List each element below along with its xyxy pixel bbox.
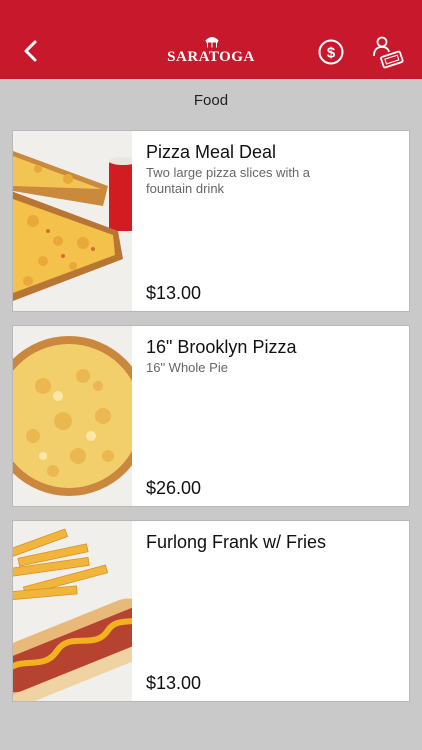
svg-text:$: $ [327,45,336,62]
pizza-slices-image [13,131,132,311]
whole-pizza-image [13,326,132,506]
menu-item-price: $13.00 [146,673,202,693]
gazebo-icon [205,37,219,48]
section-title: Food [193,92,229,109]
menu-item-card[interactable]: Furlong Frank w/ Fries $13.00 [12,520,410,702]
app-header: SARATOGA $ [0,0,422,79]
menu-item-price: $26.00 [146,478,202,498]
menu-item-description: Two large pizza slices with a fountain d… [146,165,311,196]
dollar-circle-icon: $ [318,39,344,65]
menu-item-price: $13.00 [146,283,202,303]
menu-item-name: Pizza Meal Deal [146,142,277,162]
logo-text: SARATOGA [167,49,255,65]
back-button[interactable] [14,34,48,68]
tickets-button[interactable] [368,34,404,70]
chevron-left-icon [24,40,37,62]
saratoga-logo: SARATOGA [164,34,258,68]
hot-dog-fries-image [13,521,132,701]
menu-item-name: Furlong Frank w/ Fries [146,532,327,552]
menu-item-name: 16" Brooklyn Pizza [146,337,297,357]
ticket-icon [373,36,404,69]
menu-item-description: 16" Whole Pie [146,360,228,375]
wallet-button[interactable]: $ [316,37,346,67]
menu-item-card[interactable]: 16" Brooklyn Pizza 16" Whole Pie $26.00 [12,325,410,507]
menu-item-card[interactable]: Pizza Meal Deal Two large pizza slices w… [12,130,410,312]
